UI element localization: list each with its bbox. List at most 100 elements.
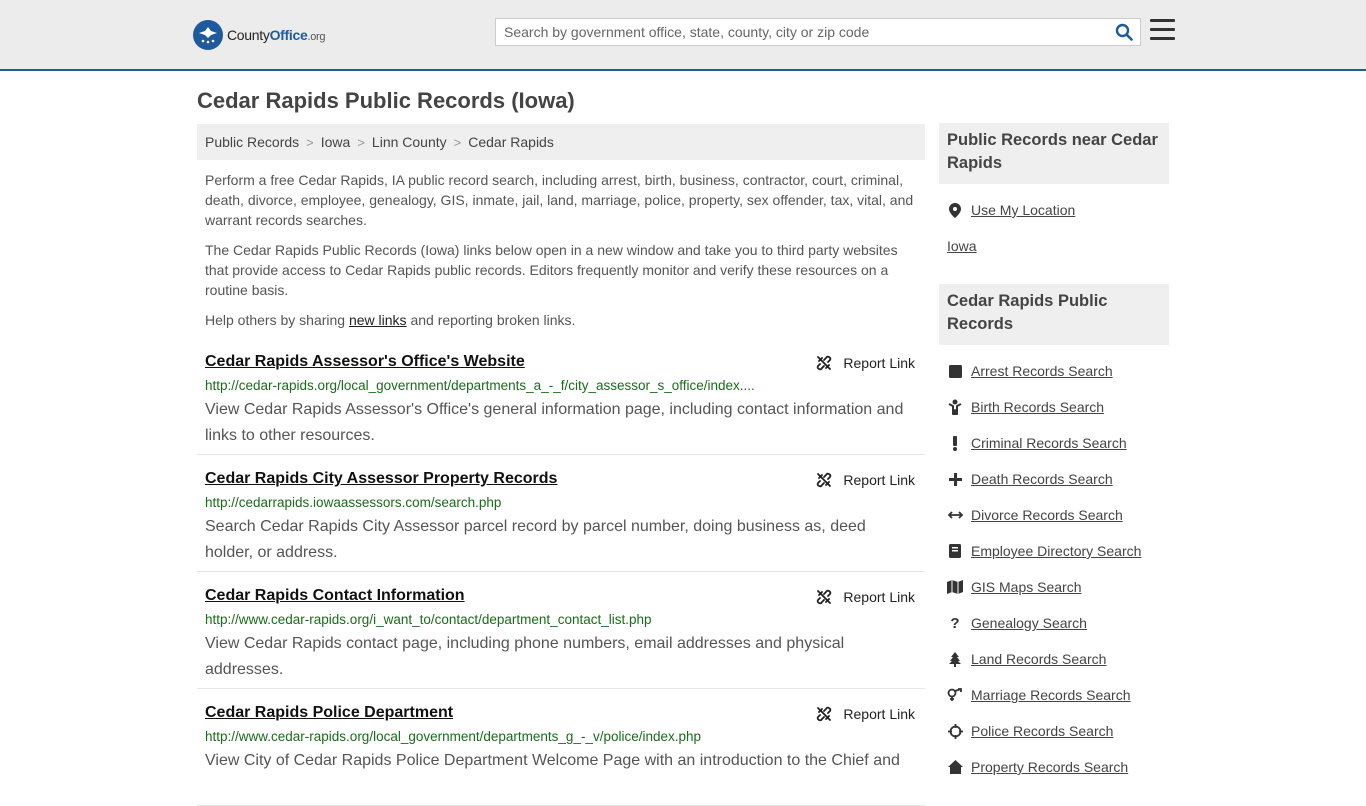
search-input[interactable] [496,19,1108,45]
sidebar-records-title: Cedar Rapids Public Records [939,284,1169,345]
record-title-link[interactable]: Cedar Rapids Contact Information [205,586,465,606]
breadcrumb-cedar-rapids[interactable]: Cedar Rapids [468,134,554,150]
sidebar-item-marriage: Marriage Records Search [947,677,1161,713]
birth-records-link[interactable]: Birth Records Search [971,399,1104,415]
arrest-records-link[interactable]: Arrest Records Search [971,363,1113,379]
criminal-records-link[interactable]: Criminal Records Search [971,435,1127,451]
intro-paragraph-3: Help others by sharing new links and rep… [205,310,917,330]
search-button[interactable] [1108,19,1140,45]
land-records-link[interactable]: Land Records Search [971,651,1106,667]
logo-org: .org [307,31,326,43]
record-title-link[interactable]: Cedar Rapids City Assessor Property Reco… [205,469,557,489]
breadcrumb-linn-county[interactable]: Linn County [372,134,447,150]
gis-maps-link[interactable]: GIS Maps Search [971,579,1082,595]
death-records-link[interactable]: Death Records Search [971,471,1113,487]
breadcrumb-iowa[interactable]: Iowa [321,134,351,150]
sidebar: Public Records near Cedar Rapids Use My … [939,123,1169,785]
sidebar-item-genealogy: ? Genealogy Search [947,605,1161,641]
top-bar: CountyOffice.org [0,0,1366,71]
iowa-item: Iowa [947,228,1161,264]
help-text-end: and reporting broken links. [406,312,576,328]
sidebar-item-birth: Birth Records Search [947,389,1161,425]
police-records-link[interactable]: Police Records Search [971,723,1113,739]
gender-icon [947,687,963,703]
map-icon [947,579,963,595]
sidebar-item-property: Property Records Search [947,749,1161,785]
tree-icon [947,651,963,667]
marriage-records-link[interactable]: Marriage Records Search [971,687,1131,703]
record-item: Cedar Rapids Assessor's Office's Website… [197,338,925,455]
intro-paragraph-1: Perform a free Cedar Rapids, IA public r… [205,172,914,228]
sidebar-item-criminal: Criminal Records Search [947,425,1161,461]
record-item: Cedar Rapids Contact Information Report … [197,572,925,689]
breadcrumb-public-records[interactable]: Public Records [205,134,299,150]
sidebar-item-police: Police Records Search [947,713,1161,749]
site-logo[interactable]: CountyOffice.org [193,20,326,50]
record-title-link[interactable]: Cedar Rapids Police Department [205,703,453,723]
broken-link-icon [817,589,832,605]
sidebar-item-land: Land Records Search [947,641,1161,677]
crosshair-icon [947,723,963,739]
help-text: Help others by sharing [205,312,349,328]
record-item: Cedar Rapids City Assessor Property Reco… [197,455,925,572]
breadcrumb-separator-icon: > [306,134,314,150]
sidebar-item-divorce: Divorce Records Search [947,497,1161,533]
sidebar-near-list: Use My Location Iowa [939,192,1169,264]
record-description: Search Cedar Rapids City Assessor parcel… [205,518,866,561]
sidebar-item-gis: GIS Maps Search [947,569,1161,605]
divorce-records-link[interactable]: Divorce Records Search [971,507,1123,523]
sidebar-near-title: Public Records near Cedar Rapids [939,123,1169,184]
hamburger-menu-icon[interactable] [1150,19,1175,43]
search-icon [1115,23,1133,41]
report-link-label: Report Link [843,706,915,722]
home-icon [947,759,963,775]
record-url: http://cedarrapids.iowaassessors.com/sea… [205,495,502,510]
logo-blue: Office [269,27,308,43]
record-description: View City of Cedar Rapids Police Departm… [205,752,900,769]
logo-eagle-icon [193,20,223,50]
broken-link-icon [817,472,832,488]
record-description: View Cedar Rapids Assessor's Office's ge… [205,401,904,444]
report-link-label: Report Link [843,589,915,605]
broken-link-icon [817,355,832,371]
page-title: Cedar Rapids Public Records (Iowa) [197,88,575,113]
exclamation-icon [947,435,963,451]
record-title-link[interactable]: Cedar Rapids Assessor's Office's Website [205,352,525,372]
use-my-location-link[interactable]: Use My Location [971,202,1075,218]
arrows-horizontal-icon [947,507,963,523]
main-content: Public Records > Iowa > Linn County > Ce… [197,124,925,806]
breadcrumb-separator-icon: > [453,134,462,150]
cross-icon [947,471,963,487]
sidebar-records-list: Arrest Records Search Birth Records Sear… [939,353,1169,785]
book-icon [947,543,963,559]
report-link-button[interactable]: Report Link [816,472,915,488]
broken-link-icon [817,706,832,722]
record-url: http://www.cedar-rapids.org/local_govern… [205,729,702,744]
record-url: http://www.cedar-rapids.org/i_want_to/co… [205,612,652,627]
sidebar-item-death: Death Records Search [947,461,1161,497]
report-link-button[interactable]: Report Link [816,589,915,605]
property-records-link[interactable]: Property Records Search [971,759,1128,775]
iowa-link[interactable]: Iowa [947,238,977,254]
baby-icon [947,399,963,415]
report-link-label: Report Link [843,355,915,371]
new-links-link[interactable]: new links [349,312,407,328]
report-link-button[interactable]: Report Link [816,355,915,371]
sidebar-item-employee: Employee Directory Search [947,533,1161,569]
record-item: Cedar Rapids Police Department Report Li… [197,689,925,806]
intro-paragraph-2: The Cedar Rapids Public Records (Iowa) l… [205,242,898,298]
employee-directory-link[interactable]: Employee Directory Search [971,543,1141,559]
use-location-item: Use My Location [947,192,1161,228]
logo-main: County [227,27,270,43]
record-url: http://cedar-rapids.org/local_government… [205,378,755,393]
sidebar-item-arrest: Arrest Records Search [947,353,1161,389]
breadcrumb: Public Records > Iowa > Linn County > Ce… [197,124,925,160]
map-pin-icon [947,202,963,218]
report-link-label: Report Link [843,472,915,488]
square-icon [947,363,963,379]
report-link-button[interactable]: Report Link [816,706,915,722]
record-description: View Cedar Rapids contact page, includin… [205,635,845,678]
question-icon: ? [950,614,960,632]
genealogy-link[interactable]: Genealogy Search [971,615,1087,631]
intro-text: Perform a free Cedar Rapids, IA public r… [197,170,925,330]
